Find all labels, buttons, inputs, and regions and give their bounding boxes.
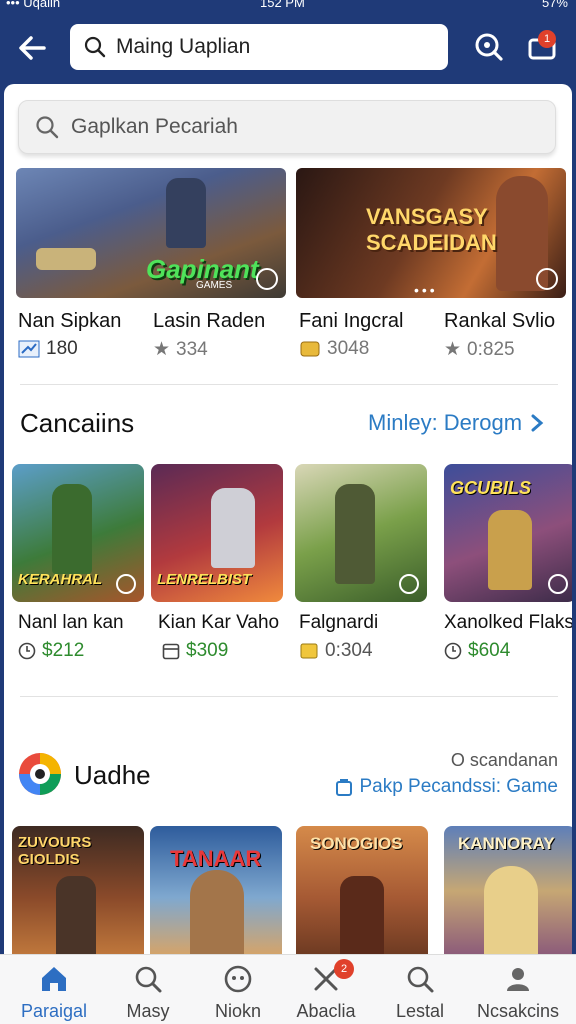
game-meta: ★ 334 (153, 338, 208, 361)
clock-icon (18, 642, 36, 660)
play-icon[interactable] (548, 574, 568, 594)
main-content: Gaplkan Pecariah Gapinant GAMES VANSGASY… (4, 84, 572, 954)
game-meta: 180 (18, 338, 78, 360)
search-icon[interactable] (470, 28, 508, 66)
bag-icon (336, 779, 353, 796)
status-bar: ••• Uqalin 152 PM 57% (0, 0, 576, 14)
carousel-dots: ••• (414, 282, 438, 298)
game-tile[interactable]: SONOGIOS (296, 826, 428, 954)
play-icon[interactable] (256, 268, 278, 290)
star-icon: ★ (153, 339, 171, 360)
coin-icon (300, 643, 318, 659)
status-carrier: ••• Uqalin (6, 0, 61, 10)
nav-item-profile[interactable]: Ncsakcins (470, 955, 566, 1024)
game-meta: $309 (162, 640, 228, 662)
cart-button[interactable]: 1 (524, 28, 562, 66)
section-link[interactable]: Minley: Derogm (368, 410, 544, 436)
chart-icon (18, 340, 40, 358)
play-icon[interactable] (536, 268, 558, 290)
game-tile[interactable]: TANAAR (150, 826, 282, 954)
play-icon[interactable] (399, 574, 419, 594)
cart-badge: 1 (538, 30, 556, 48)
section-title: Uadhe (74, 760, 151, 790)
search-placeholder: Gaplkan Pecariah (71, 115, 238, 138)
game-tile[interactable]: GCUBILS (444, 464, 572, 602)
calendar-icon (162, 643, 180, 660)
game-name[interactable]: Rankal Svlio (444, 310, 555, 333)
banner-2-title: VANSGASY SCADEIDAN (366, 204, 497, 255)
game-tile[interactable]: ZUVOURS GIOLDIS (12, 826, 144, 954)
game-name[interactable]: Lasin Raden (153, 310, 265, 333)
bottom-nav: Paraigal Masy Niokn 2 Abaclia Lestal Ncs… (0, 954, 576, 1024)
game-name[interactable]: Fani Ingcral (299, 310, 404, 333)
soldier-figure (166, 178, 206, 248)
star-icon: ★ (444, 339, 462, 360)
nav-item-tools[interactable]: 2 Abaclia (278, 955, 374, 1024)
game-name[interactable]: Kian Kar Vaho (158, 612, 279, 634)
back-arrow-icon[interactable] (14, 30, 50, 66)
featured-banner-1[interactable]: Gapinant GAMES (16, 168, 286, 298)
search-icon (84, 36, 106, 58)
app-bar: Maing Uaplian 1 (0, 14, 576, 84)
game-meta: $212 (18, 640, 84, 662)
nav-badge: 2 (334, 959, 354, 979)
nav-item-browse[interactable]: Lestal (372, 955, 468, 1024)
game-tile[interactable]: LENRELBIST (151, 464, 283, 602)
status-time: 152 PM (260, 0, 305, 10)
chevron-right-icon (531, 414, 544, 432)
game-tile[interactable]: KANNORAY (444, 826, 572, 954)
banner-1-subtitle: GAMES (196, 280, 233, 291)
play-icon[interactable] (116, 574, 136, 594)
home-icon (42, 967, 66, 991)
divider (20, 696, 558, 697)
nav-item-search[interactable]: Masy (100, 955, 196, 1024)
game-meta: ★ 0:825 (444, 338, 515, 361)
car-figure (36, 248, 96, 270)
game-name[interactable]: Nanl lan kan (18, 612, 124, 634)
top-search-text: Maing Uaplian (116, 35, 251, 58)
search-icon (407, 966, 434, 993)
game-meta: $604 (444, 640, 510, 662)
game-meta: 0:304 (299, 640, 373, 662)
nav-item-home[interactable]: Paraigal (6, 955, 102, 1024)
section-subtitle: O scandanan (450, 750, 558, 770)
nav-item-games[interactable]: Niokn (190, 955, 286, 1024)
game-tile[interactable]: KERAHRAL (12, 464, 144, 602)
profile-icon (507, 968, 529, 991)
game-name[interactable]: Xanolked Flaks (444, 612, 572, 634)
game-search-input[interactable]: Gaplkan Pecariah (18, 100, 556, 154)
gamepad-icon (224, 965, 252, 993)
search-icon (36, 116, 59, 139)
divider (20, 384, 558, 385)
game-meta: 3048 (299, 338, 369, 360)
status-battery: 57% (541, 0, 568, 10)
section-link[interactable]: Pakp Pecandssi: Game (335, 776, 558, 798)
section-title: Cancaiins (20, 408, 135, 438)
app-logo-icon (19, 753, 61, 795)
game-name[interactable]: Nan Sipkan (18, 310, 121, 333)
clock-icon (444, 642, 462, 660)
coin-icon (300, 341, 320, 357)
featured-banner-2[interactable]: VANSGASY SCADEIDAN ••• (296, 168, 566, 298)
game-tile[interactable] (295, 464, 427, 602)
search-icon (135, 966, 162, 993)
top-search-bar[interactable]: Maing Uaplian (70, 24, 448, 70)
game-name[interactable]: Falgnardi (299, 612, 378, 634)
